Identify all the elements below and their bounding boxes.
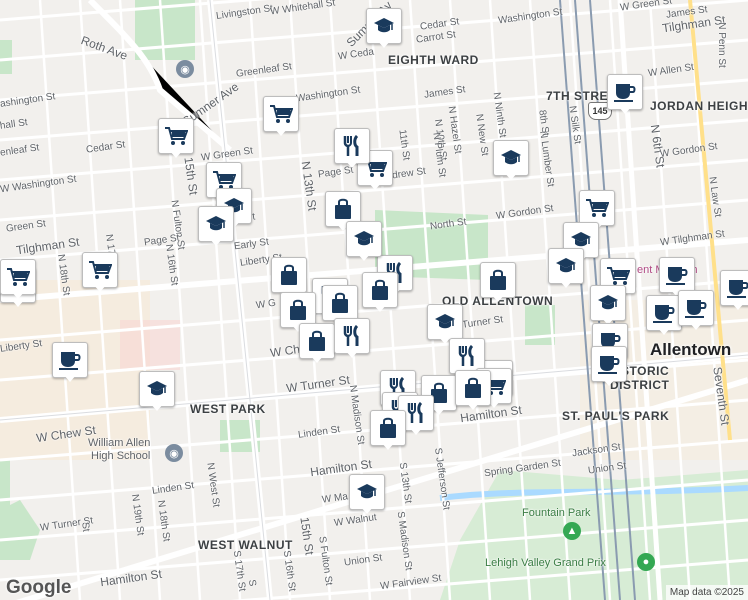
school-marker[interactable] [139, 371, 175, 411]
grand-prix-poi-icon[interactable]: ● [637, 553, 655, 571]
street-st-left: St [79, 521, 92, 533]
grocery-icon [585, 198, 609, 218]
school-poi-icon[interactable]: ◉ [165, 444, 183, 462]
neighborhood-st-pauls-park: ST. PAUL'S PARK [562, 409, 670, 423]
park-poi-icon[interactable]: ▲ [563, 522, 581, 540]
coffee-icon [58, 350, 82, 370]
school-marker[interactable] [493, 140, 529, 180]
shopping-icon [333, 198, 353, 220]
school-icon [555, 257, 577, 275]
shopping-icon [378, 417, 398, 439]
poi-william-allen-high-school[interactable]: William Allen High School [88, 437, 150, 463]
shopping-icon [463, 377, 483, 399]
shopping-icon [330, 292, 350, 314]
school-marker[interactable] [366, 8, 402, 48]
shopping-marker[interactable] [370, 410, 406, 450]
grocery-marker[interactable] [82, 252, 118, 292]
neighborhood-jordan-heights: JORDAN HEIGH [650, 99, 748, 113]
neighborhood-west-walnut: WEST WALNUT [198, 538, 293, 552]
shopping-icon [288, 299, 308, 321]
school-marker[interactable] [590, 285, 626, 325]
school-icon [373, 17, 395, 35]
coffee-icon [684, 298, 708, 318]
coffee-marker[interactable] [678, 290, 714, 330]
coffee-marker[interactable] [720, 270, 748, 310]
school-icon [597, 294, 619, 312]
coffee-marker[interactable] [607, 74, 643, 114]
shopping-icon [307, 330, 327, 352]
grocery-icon [606, 266, 630, 286]
shopping-icon [488, 269, 508, 291]
school-icon [356, 483, 378, 501]
school-icon [434, 313, 456, 331]
school-icon [500, 149, 522, 167]
grocery-icon [212, 170, 236, 190]
restaurant-icon [457, 345, 477, 367]
restaurant-icon [342, 135, 362, 157]
coffee-icon [652, 303, 676, 323]
shopping-marker[interactable] [362, 272, 398, 312]
school-marker[interactable] [198, 206, 234, 246]
grocery-marker[interactable] [263, 96, 299, 136]
poi-lehigh-valley-grand-prix[interactable]: Lehigh Valley Grand Prix [485, 557, 606, 569]
street-n-penn: N Penn St [715, 22, 727, 68]
map-canvas[interactable]: EIGHTH WARD 7TH STREET JORDAN HEIGH OLD … [0, 0, 748, 600]
city-label-allentown: Allentown [650, 340, 732, 359]
coffee-marker[interactable] [646, 295, 682, 335]
grocery-icon [6, 267, 30, 287]
coffee-icon [665, 265, 689, 285]
university-poi-icon[interactable]: ◉ [176, 60, 194, 78]
school-icon [570, 231, 592, 249]
grocery-marker[interactable] [0, 259, 36, 299]
neighborhood-west-park: WEST PARK [190, 402, 266, 416]
restaurant-marker[interactable] [334, 318, 370, 358]
coffee-icon [613, 82, 637, 102]
google-logo: Google [6, 577, 72, 598]
coffee-icon [597, 354, 621, 374]
school-marker[interactable] [548, 248, 584, 288]
grocery-marker[interactable] [158, 118, 194, 158]
restaurant-icon [342, 325, 362, 347]
school-marker[interactable] [346, 221, 382, 261]
school-icon [146, 380, 168, 398]
grocery-icon [88, 260, 112, 280]
shopping-marker[interactable] [455, 370, 491, 410]
school-icon [353, 230, 375, 248]
school-icon [205, 215, 227, 233]
street-s-18th: S [245, 578, 258, 587]
shopping-marker[interactable] [480, 262, 516, 302]
coffee-icon [726, 278, 748, 298]
shopping-marker[interactable] [299, 323, 335, 363]
neighborhood-eighth-ward: EIGHTH WARD [388, 53, 479, 67]
coffee-marker[interactable] [591, 346, 627, 386]
school-marker[interactable] [349, 474, 385, 514]
map-attribution[interactable]: Map data ©2025 [665, 585, 748, 600]
shopping-icon [370, 279, 390, 301]
coffee-marker[interactable] [52, 342, 88, 382]
restaurant-icon [406, 402, 426, 424]
grocery-icon [269, 104, 293, 124]
restaurant-marker[interactable] [334, 128, 370, 168]
shopping-icon [279, 264, 299, 286]
shopping-marker[interactable] [271, 257, 307, 297]
poi-fountain-park[interactable]: Fountain Park [522, 507, 590, 519]
grocery-icon [164, 126, 188, 146]
